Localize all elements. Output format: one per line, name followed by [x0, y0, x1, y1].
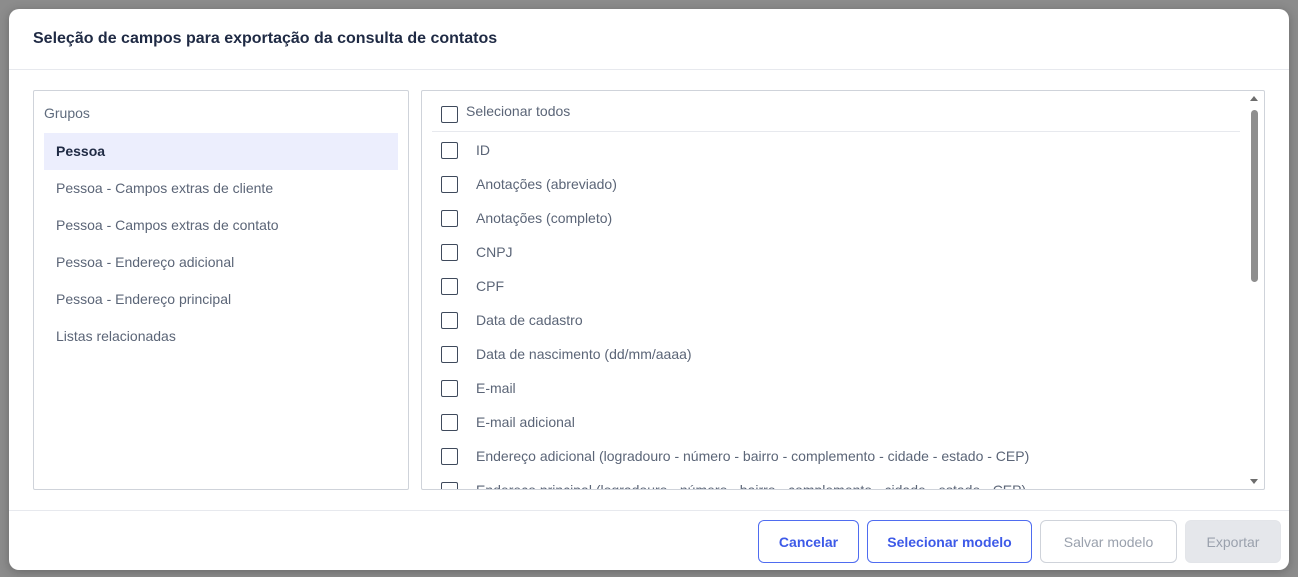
group-item-listas-relacionadas[interactable]: Listas relacionadas — [44, 318, 398, 355]
groups-list: Pessoa Pessoa - Campos extras de cliente… — [44, 133, 398, 355]
field-checkbox[interactable] — [441, 244, 458, 261]
field-row[interactable]: CNPJ — [432, 235, 1240, 269]
field-label: Endereço principal (logradouro - número … — [476, 482, 1027, 490]
field-row[interactable]: Data de nascimento (dd/mm/aaaa) — [432, 337, 1240, 371]
field-checkbox[interactable] — [441, 142, 458, 159]
group-item-pessoa-endereco-adicional[interactable]: Pessoa - Endereço adicional — [44, 244, 398, 281]
save-model-button[interactable]: Salvar modelo — [1040, 520, 1177, 563]
field-checkbox[interactable] — [441, 414, 458, 431]
fields-panel: Selecionar todos ID Anotações (abreviado… — [421, 90, 1265, 490]
field-row[interactable]: Endereço adicional (logradouro - número … — [432, 439, 1240, 473]
field-checkbox[interactable] — [441, 176, 458, 193]
select-all-checkbox[interactable] — [441, 106, 458, 123]
field-label: ID — [476, 142, 490, 158]
dialog-header: Seleção de campos para exportação da con… — [9, 9, 1289, 70]
fields-list: ID Anotações (abreviado) Anotações (comp… — [432, 133, 1240, 490]
field-row[interactable]: ID — [432, 133, 1240, 167]
field-checkbox[interactable] — [441, 278, 458, 295]
field-label: Anotações (completo) — [476, 210, 613, 226]
field-label: CNPJ — [476, 244, 513, 260]
field-label: E-mail adicional — [476, 414, 575, 430]
field-checkbox[interactable] — [441, 448, 458, 465]
cancel-button[interactable]: Cancelar — [758, 520, 859, 563]
group-item-pessoa[interactable]: Pessoa — [44, 133, 398, 170]
scrollbar-thumb[interactable] — [1251, 110, 1258, 282]
select-all-row[interactable]: Selecionar todos — [432, 91, 1240, 132]
field-label: CPF — [476, 278, 504, 294]
scroll-up-arrow-icon[interactable] — [1250, 96, 1258, 101]
field-label: Data de nascimento (dd/mm/aaaa) — [476, 346, 692, 362]
field-row[interactable]: Data de cadastro — [432, 303, 1240, 337]
field-checkbox[interactable] — [441, 482, 458, 489]
group-item-pessoa-campos-extras-cliente[interactable]: Pessoa - Campos extras de cliente — [44, 170, 398, 207]
groups-panel: Grupos Pessoa Pessoa - Campos extras de … — [33, 90, 409, 490]
select-all-label: Selecionar todos — [466, 103, 571, 119]
select-model-button[interactable]: Selecionar modelo — [867, 520, 1032, 563]
field-checkbox[interactable] — [441, 380, 458, 397]
field-label: E-mail — [476, 380, 516, 396]
field-row[interactable]: Anotações (completo) — [432, 201, 1240, 235]
scroll-down-arrow-icon[interactable] — [1250, 479, 1258, 484]
groups-title: Grupos — [44, 105, 90, 121]
group-item-pessoa-campos-extras-contato[interactable]: Pessoa - Campos extras de contato — [44, 207, 398, 244]
field-row[interactable]: Endereço principal (logradouro - número … — [432, 473, 1240, 490]
field-row[interactable]: E-mail — [432, 371, 1240, 405]
field-checkbox[interactable] — [441, 210, 458, 227]
field-label: Anotações (abreviado) — [476, 176, 617, 192]
field-row[interactable]: CPF — [432, 269, 1240, 303]
field-checkbox[interactable] — [441, 312, 458, 329]
group-item-pessoa-endereco-principal[interactable]: Pessoa - Endereço principal — [44, 281, 398, 318]
export-button[interactable]: Exportar — [1185, 520, 1281, 563]
field-row[interactable]: E-mail adicional — [432, 405, 1240, 439]
export-fields-dialog: Seleção de campos para exportação da con… — [9, 9, 1289, 570]
field-label: Data de cadastro — [476, 312, 583, 328]
dialog-footer: Cancelar Selecionar modelo Salvar modelo… — [9, 510, 1289, 570]
field-label: Endereço adicional (logradouro - número … — [476, 448, 1030, 464]
fields-scrollbar[interactable] — [1246, 91, 1264, 489]
dialog-title: Seleção de campos para exportação da con… — [33, 30, 498, 47]
field-row[interactable]: Anotações (abreviado) — [432, 167, 1240, 201]
field-checkbox[interactable] — [441, 346, 458, 363]
